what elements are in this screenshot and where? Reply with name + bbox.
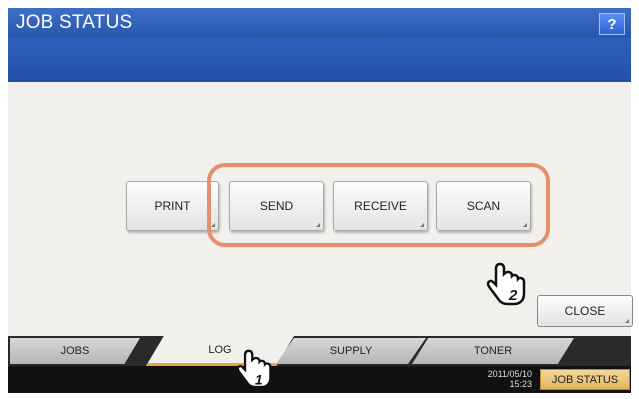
- hand-pointer-icon-step-2: 2: [486, 260, 528, 306]
- job-status-button[interactable]: JOB STATUS: [540, 369, 630, 390]
- help-button[interactable]: ?: [599, 13, 625, 35]
- highlight-outline: [207, 163, 550, 247]
- time-text: 15:23: [509, 379, 532, 389]
- step-1-number: 1: [255, 372, 263, 387]
- tab-toner[interactable]: TONER: [412, 338, 574, 364]
- tab-jobs-label: JOBS: [60, 345, 90, 357]
- subheader-bar: [8, 38, 631, 82]
- step-2-number: 2: [508, 287, 518, 304]
- window-title: JOB STATUS: [16, 12, 133, 33]
- hand-pointer-icon-step-1: 1: [236, 344, 274, 392]
- title-bar: JOB STATUS ?: [8, 8, 631, 38]
- close-button-label: CLOSE: [564, 304, 606, 318]
- tab-toner-label: TONER: [473, 345, 513, 357]
- tab-jobs[interactable]: JOBS: [10, 338, 140, 364]
- corner-arrow-icon: [625, 319, 629, 323]
- close-button[interactable]: CLOSE: [537, 295, 633, 327]
- tab-supply[interactable]: SUPPLY: [276, 338, 426, 364]
- print-button[interactable]: PRINT: [126, 181, 219, 231]
- job-status-button-label: JOB STATUS: [551, 373, 619, 386]
- job-status-screen: JOB STATUS ? PRINT SEND RECEIVE SCAN 2 C…: [0, 0, 639, 399]
- tab-supply-label: SUPPLY: [329, 345, 373, 357]
- tab-bar: JOBS LOG SUPPLY TONER: [8, 336, 631, 366]
- status-bar: 2011/05/10 15:23 JOB STATUS: [8, 366, 631, 393]
- tab-log-label: LOG: [208, 343, 232, 356]
- date-time-display: 2011/05/10 15:23: [466, 369, 532, 389]
- date-text: 2011/05/10: [487, 369, 532, 379]
- print-button-label: PRINT: [154, 199, 191, 213]
